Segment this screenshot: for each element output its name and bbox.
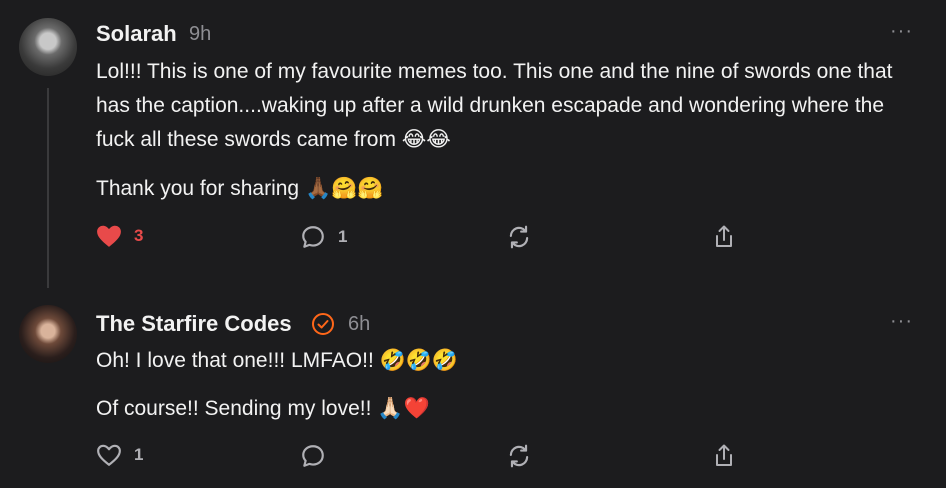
comment-bubble-icon	[302, 445, 324, 467]
like-button[interactable]: 3	[96, 224, 143, 248]
share-button[interactable]	[712, 224, 736, 250]
restack-button[interactable]	[506, 224, 532, 250]
like-count: 3	[134, 226, 144, 245]
author-name[interactable]: The Starfire Codes	[96, 311, 292, 337]
timestamp[interactable]: 9h	[189, 23, 211, 46]
reply-button[interactable]	[300, 443, 326, 469]
share-button[interactable]	[712, 443, 736, 469]
like-button[interactable]: 1	[96, 443, 143, 467]
comment-text: Thank you for sharing 🙏🏾🤗🤗	[96, 177, 384, 200]
heart-filled-icon	[97, 225, 121, 247]
comment-bubble-icon	[302, 226, 324, 248]
more-options-icon[interactable]: ···	[890, 20, 913, 43]
restack-button[interactable]	[506, 443, 532, 469]
like-count: 1	[134, 445, 144, 464]
share-icon	[716, 444, 732, 466]
author-name[interactable]: Solarah	[96, 21, 177, 47]
timestamp[interactable]: 6h	[348, 313, 370, 336]
more-options-icon[interactable]: ···	[890, 310, 913, 333]
restack-icon	[509, 444, 529, 468]
reply-count: 1	[338, 227, 348, 246]
restack-icon	[509, 225, 529, 249]
avatar[interactable]	[19, 305, 77, 363]
verified-badge-icon	[311, 312, 335, 336]
comment-text: Oh! I love that one!!! LMFAO!! 🤣🤣🤣	[96, 349, 459, 372]
heart-outline-icon	[97, 444, 121, 466]
comment-text: Of course!! Sending my love!! 🙏🏻❤️	[96, 397, 430, 420]
avatar[interactable]	[19, 18, 77, 76]
reply-button[interactable]: 1	[300, 224, 347, 250]
thread-line	[47, 88, 49, 288]
share-icon	[716, 225, 732, 247]
comment-text: Lol!!! This is one of my favourite memes…	[96, 60, 893, 151]
